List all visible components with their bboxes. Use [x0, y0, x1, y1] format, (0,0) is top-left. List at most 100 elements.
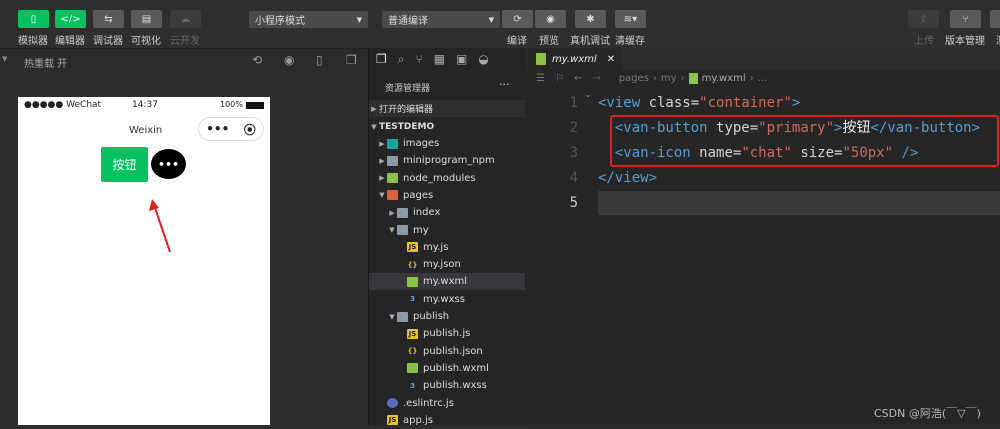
battery-icon	[246, 102, 264, 109]
chat-icon: •••	[151, 149, 186, 179]
close-icon[interactable]: ✕	[607, 54, 615, 65]
window-icon[interactable]: ❐	[346, 53, 357, 67]
project-section[interactable]: ▼ TESTDEMO	[369, 118, 526, 135]
search-icon[interactable]: ⌕	[398, 52, 405, 67]
primary-button[interactable]: 按钮	[101, 147, 148, 182]
refresh-icon: ⟳	[513, 13, 522, 25]
annotation-box	[610, 115, 999, 167]
code-line[interactable]: <view class="container">	[598, 91, 800, 116]
file-tree-item[interactable]: ▶ images	[369, 135, 526, 152]
fold-chevron-icon[interactable]: ⌄	[584, 90, 592, 100]
more-icon[interactable]: ···	[499, 78, 510, 91]
file-tree-item[interactable]: ▶ node_modules	[369, 170, 526, 187]
file-tree-item[interactable]: JS app.js	[369, 412, 526, 429]
file-name: my.json	[423, 259, 461, 271]
folder-icon	[397, 225, 408, 235]
compile-value: 普通编译	[388, 16, 428, 27]
docker-icon[interactable]: ◒	[478, 52, 488, 66]
upload-button[interactable]: ⇪	[908, 10, 939, 28]
hot-reload-toggle[interactable]: 热重载 开	[24, 55, 67, 70]
caret-right-icon: ▶	[389, 208, 395, 217]
file-tree-item[interactable]: JS my.js	[369, 239, 526, 256]
js-file-icon: JS	[407, 328, 418, 339]
upload-icon: ⇪	[919, 13, 928, 25]
file-name: app.js	[403, 414, 433, 426]
watermark: CSDN @阿浩(￣▽￣)	[874, 407, 981, 420]
clear-cache-button[interactable]: ≋▾	[615, 10, 646, 28]
label: 清缓存	[615, 36, 645, 47]
line-number: 5	[569, 195, 578, 211]
file-name: node_modules	[403, 172, 476, 184]
simulator-toolbar: ▼ 热重载 开 ⟲ ◉ ▯ ❐	[0, 48, 368, 73]
visual-toggle-button[interactable]: ▤	[131, 10, 162, 28]
capsule-menu[interactable]: ••• ⦿	[198, 117, 264, 141]
line-number: 3	[569, 145, 578, 161]
file-name: publish	[413, 311, 450, 322]
file-tree-item[interactable]: publish.wxml	[369, 360, 526, 377]
preview-button[interactable]: ◉	[535, 10, 566, 28]
git-icon[interactable]: ⑂	[416, 52, 423, 66]
folder-icon	[397, 207, 408, 218]
line-number: 1	[569, 95, 578, 111]
rotate-icon[interactable]: ⟲	[252, 53, 262, 67]
caret-down-icon[interactable]: ▼	[2, 55, 7, 63]
mode-value: 小程序模式	[255, 16, 305, 27]
code-token: >	[791, 95, 801, 111]
file-tree-item[interactable]: 3 my.wxss	[369, 291, 526, 308]
debugger-toggle-button[interactable]: ⇆	[93, 10, 124, 28]
breadcrumb-item[interactable]: my	[661, 73, 677, 84]
file-tree-item[interactable]: {} publish.json	[369, 343, 526, 360]
outline-icon[interactable]: ☰	[536, 73, 545, 84]
cloud-button[interactable]: ☁	[170, 10, 201, 28]
open-editors-section[interactable]: ▶ 打开的编辑器	[369, 100, 526, 117]
line-number: 2	[569, 120, 578, 136]
status-time: 14:37	[132, 100, 158, 110]
test-button[interactable]	[990, 10, 1000, 28]
file-name: my.js	[423, 241, 449, 253]
version-button[interactable]: ⑂	[950, 10, 981, 28]
label: 上传	[914, 36, 934, 47]
eslint-file-icon	[387, 398, 398, 408]
wxml-file-icon	[407, 363, 418, 374]
nav-title: Weixin	[129, 125, 163, 136]
file-tree-item[interactable]: ▼ my	[369, 222, 526, 239]
wxml-file-icon	[536, 53, 546, 65]
file-tree-item[interactable]: ▶ index	[369, 204, 526, 221]
save-icon[interactable]: ▣	[456, 52, 467, 66]
code-line[interactable]: </view>	[598, 166, 657, 191]
extensions-icon[interactable]: ▦	[434, 52, 445, 66]
caret-right-icon: ▶	[379, 139, 385, 148]
file-tree-item[interactable]: 3 publish.wxss	[369, 377, 526, 394]
device-icon[interactable]: ▯	[316, 53, 323, 67]
caret-down-icon: ▼	[371, 122, 377, 131]
file-tree-item[interactable]: ▼ publish	[369, 308, 526, 325]
files-icon[interactable]: ❐	[376, 52, 387, 66]
simulator-toggle-button[interactable]: ▯	[18, 10, 49, 28]
back-icon[interactable]: ←	[574, 73, 582, 84]
mode-select[interactable]: 小程序模式 ▼	[249, 11, 368, 28]
remote-debug-button[interactable]: ✱	[575, 10, 606, 28]
compile-button[interactable]: ⟳	[502, 10, 533, 28]
file-tree-item[interactable]: JS publish.js	[369, 325, 526, 342]
forward-icon[interactable]: →	[592, 73, 600, 84]
editor-toggle-button[interactable]: </>	[55, 10, 86, 28]
tab-my-wxml[interactable]: my.wxml ✕	[528, 48, 621, 70]
file-tree-item[interactable]: ▶ miniprogram_npm	[369, 152, 526, 169]
file-tree-item[interactable]: {} my.json	[369, 256, 526, 273]
caret-right-icon: ▶	[379, 156, 385, 165]
bookmark-icon[interactable]: ⚐	[555, 73, 564, 84]
code-token: </view>	[598, 170, 658, 186]
file-tree-item[interactable]: ▼ pages	[369, 187, 526, 204]
folder-icon	[387, 138, 398, 149]
breadcrumb-item[interactable]: ...	[758, 73, 768, 84]
close-mini-icon[interactable]: ⦿	[244, 121, 256, 138]
wxml-file-icon	[407, 276, 418, 287]
file-tree-item[interactable]: my.wxml	[369, 273, 526, 291]
breadcrumb-item[interactable]: pages	[619, 73, 649, 84]
more-icon[interactable]: •••	[206, 122, 229, 136]
file-name: publish.wxss	[423, 380, 487, 392]
file-tree-item[interactable]: .eslintrc.js	[369, 395, 526, 412]
compile-select[interactable]: 普通编译 ▼	[382, 11, 500, 28]
record-icon[interactable]: ◉	[284, 53, 294, 67]
breadcrumb-item[interactable]: my.wxml	[702, 73, 746, 84]
